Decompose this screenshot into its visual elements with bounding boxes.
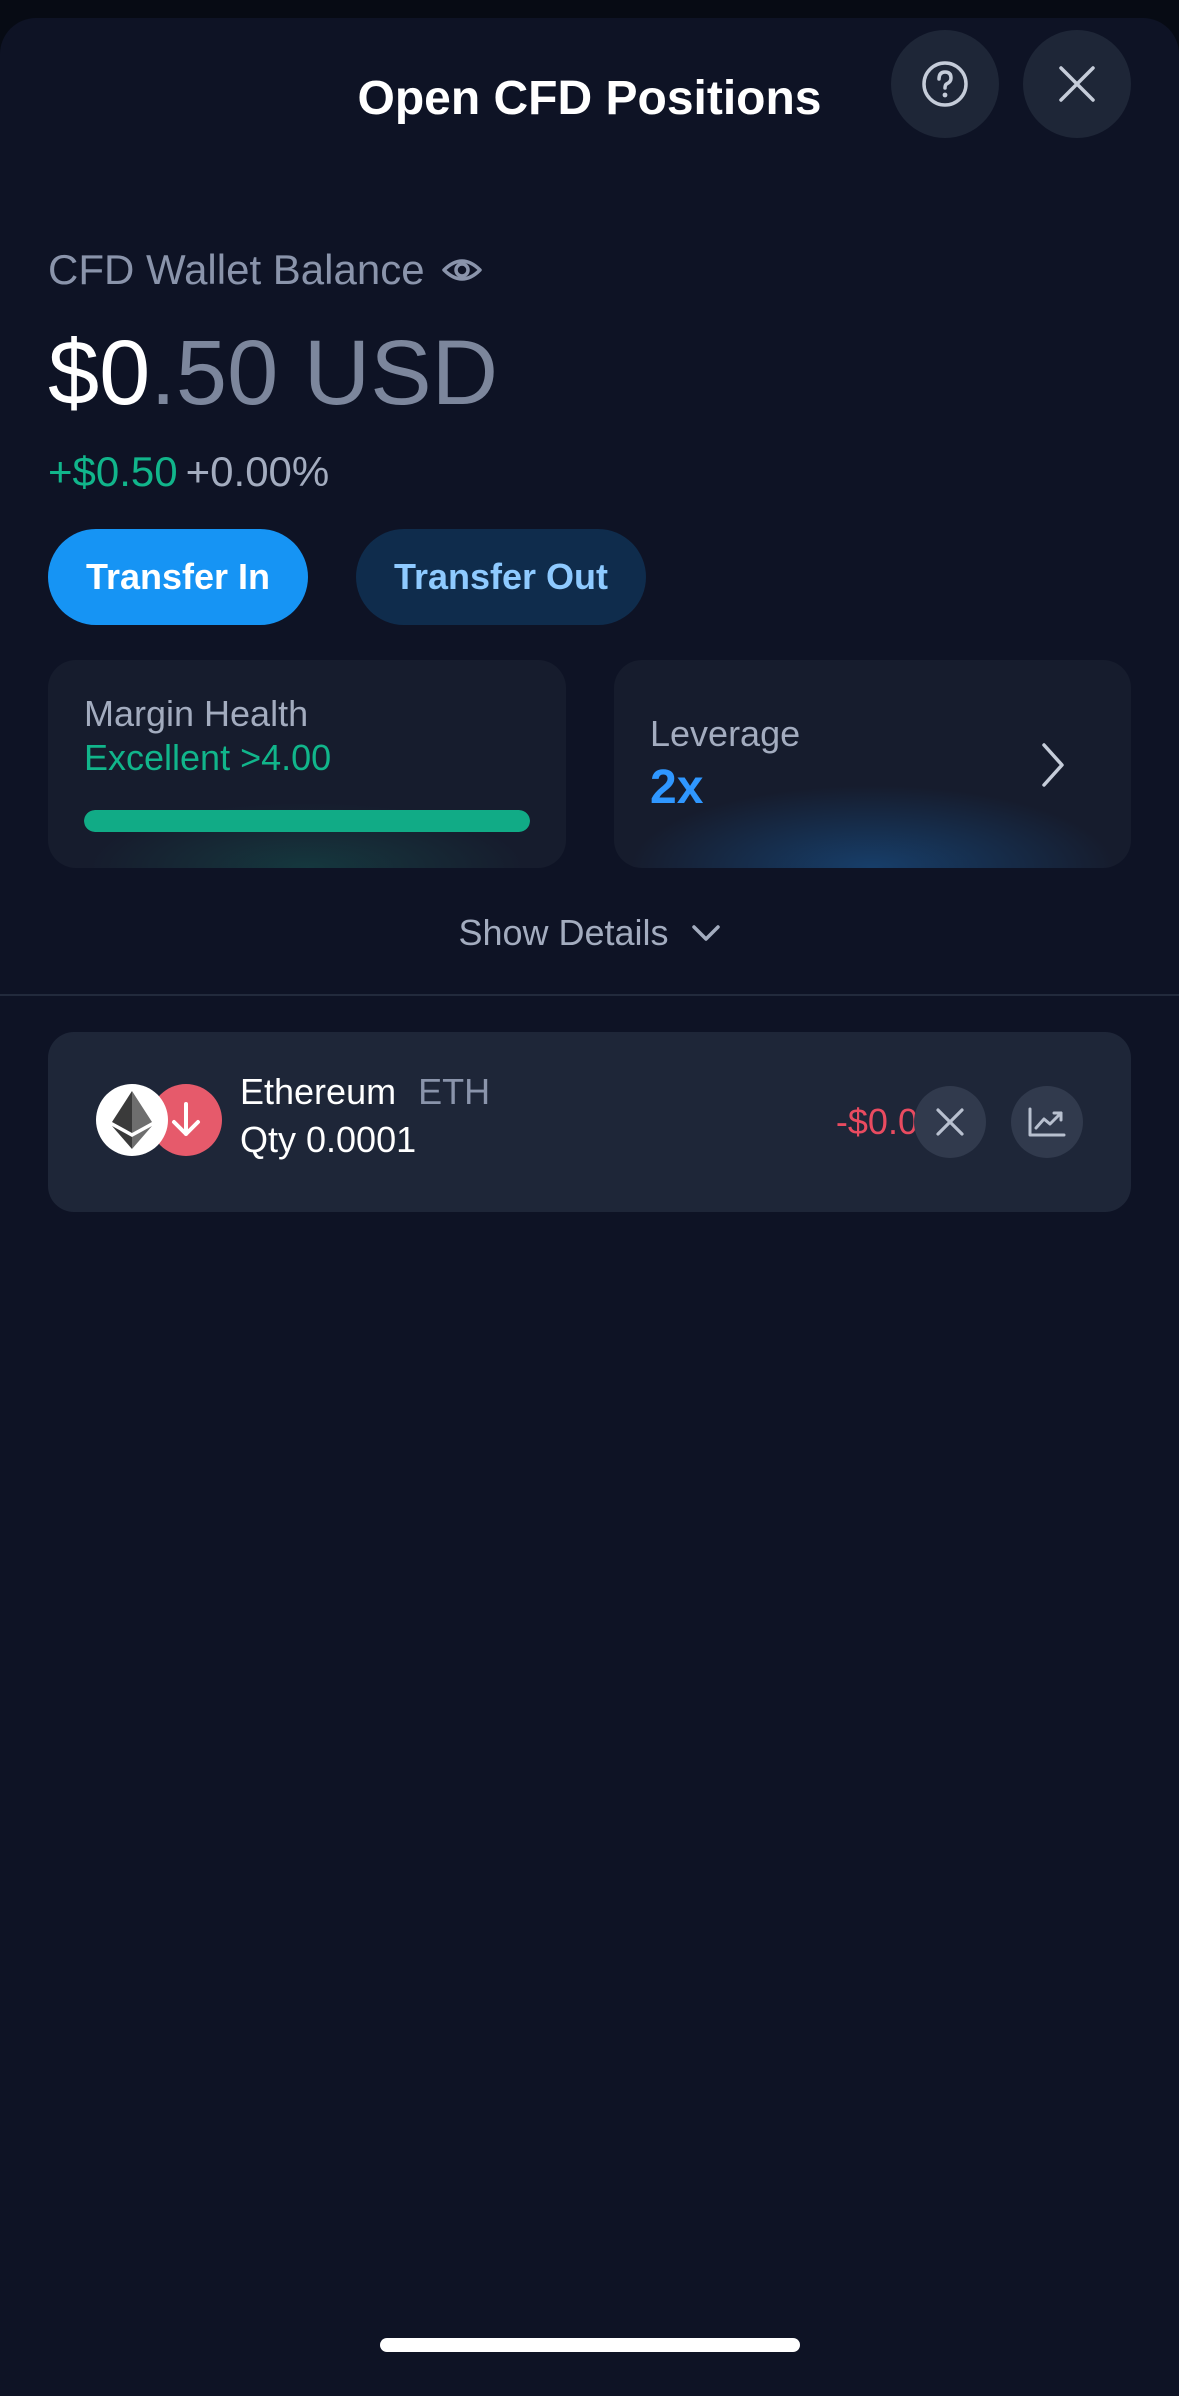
balance-change: +$0.50 +0.00% bbox=[48, 442, 329, 502]
balance-decimal: .50 USD bbox=[150, 322, 499, 424]
wallet-balance-value: $0.50 USD bbox=[48, 318, 498, 428]
wallet-balance-label-text: CFD Wallet Balance bbox=[48, 246, 425, 293]
change-amount: +$0.50 bbox=[48, 448, 178, 495]
margin-health-label: Margin Health bbox=[84, 693, 309, 734]
asset-symbol: ETH bbox=[418, 1071, 491, 1112]
page-title: Open CFD Positions bbox=[357, 72, 822, 125]
change-percent: +0.00% bbox=[185, 448, 330, 495]
close-icon bbox=[936, 1108, 964, 1136]
question-circle-icon bbox=[922, 61, 968, 107]
divider bbox=[0, 994, 1179, 996]
close-icon bbox=[1059, 66, 1095, 102]
ethereum-icon bbox=[96, 1084, 168, 1156]
chevron-down-icon bbox=[691, 925, 720, 941]
help-button[interactable] bbox=[891, 30, 999, 138]
leverage-label: Leverage bbox=[650, 713, 801, 754]
wallet-balance-label: CFD Wallet Balance bbox=[48, 240, 483, 300]
asset-quantity: Qty 0.0001 bbox=[240, 1119, 417, 1160]
toggle-visibility-button[interactable] bbox=[441, 253, 483, 287]
view-chart-button[interactable] bbox=[1011, 1086, 1083, 1158]
show-details-label: Show Details bbox=[458, 912, 669, 953]
close-button[interactable] bbox=[1023, 30, 1131, 138]
chart-trend-icon bbox=[1028, 1107, 1066, 1137]
eye-icon bbox=[441, 259, 482, 281]
home-indicator[interactable] bbox=[380, 2338, 800, 2352]
transfer-out-button[interactable]: Transfer Out bbox=[356, 529, 646, 625]
asset-name: Ethereum ETH bbox=[240, 1070, 490, 1114]
positions-sheet: Open CFD Positions CFD Wallet Balance $0… bbox=[0, 18, 1179, 2396]
transfer-in-button[interactable]: Transfer In bbox=[48, 529, 308, 625]
show-details-toggle[interactable]: Show Details bbox=[0, 903, 1179, 963]
leverage-value: 2x bbox=[650, 761, 704, 814]
close-position-button[interactable] bbox=[914, 1086, 986, 1158]
margin-health-fill bbox=[84, 810, 530, 832]
margin-health-card: Margin Health Excellent >4.00 bbox=[48, 660, 566, 868]
position-pnl: -$0.00 bbox=[835, 1101, 938, 1142]
chevron-right-icon bbox=[1042, 743, 1064, 787]
margin-health-status: Excellent >4.00 bbox=[84, 737, 332, 778]
position-row[interactable]: Ethereum ETH Qty 0.0001 -$0.00 bbox=[48, 1032, 1131, 1212]
margin-health-bar bbox=[84, 810, 530, 832]
leverage-card[interactable]: Leverage 2x bbox=[614, 660, 1131, 868]
asset-name-text: Ethereum bbox=[240, 1071, 397, 1112]
balance-integer: $0 bbox=[48, 322, 151, 424]
